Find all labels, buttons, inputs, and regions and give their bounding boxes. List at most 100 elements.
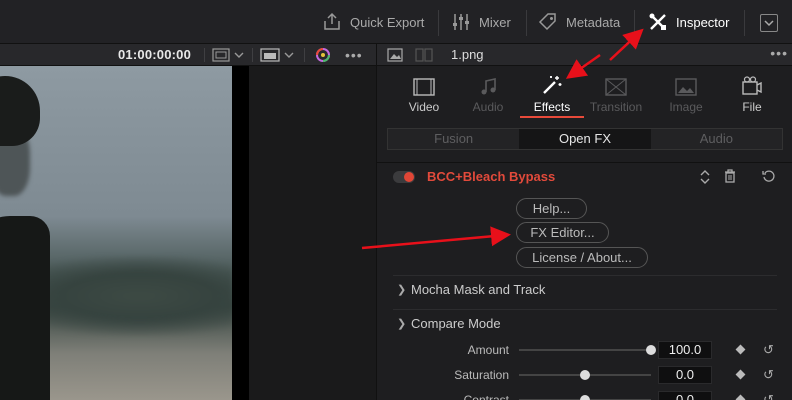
segment-fusion[interactable]: Fusion — [388, 129, 519, 149]
effect-header: BCC+Bleach Bypass — [377, 164, 792, 190]
viewer-header: 01:00:00:00 ••• — [0, 44, 376, 66]
image-icon — [675, 78, 697, 96]
amount-slider[interactable] — [519, 349, 651, 351]
amount-value-field[interactable]: 100.0 — [658, 341, 712, 359]
chevron-down-icon — [234, 52, 244, 58]
more-dots-icon: ••• — [345, 47, 363, 63]
quick-export-button[interactable]: Quick Export — [322, 0, 424, 44]
reset-icon[interactable]: ↺ — [763, 367, 774, 383]
color-viewer-button[interactable] — [314, 47, 332, 63]
reorder-icon[interactable] — [699, 169, 711, 188]
frame-icon — [212, 48, 230, 62]
inspector-button[interactable]: Inspector — [648, 0, 729, 44]
section-title: Mocha Mask and Track — [411, 282, 546, 297]
keyframe-icon[interactable] — [735, 369, 746, 380]
metadata-label: Metadata — [566, 14, 621, 30]
section-mocha-mask[interactable]: ❯ Mocha Mask and Track — [393, 275, 777, 303]
expand-button[interactable] — [760, 14, 778, 32]
reset-icon[interactable]: ↺ — [763, 392, 774, 400]
tab-label: Video — [408, 100, 440, 114]
video-frame — [0, 66, 232, 400]
inspector-tabs: Video Audio Effects Transition Image Fil… — [377, 66, 792, 118]
slider-knob[interactable] — [646, 345, 656, 355]
tag-icon — [538, 13, 556, 31]
viewer-size-dropdown[interactable] — [212, 47, 244, 63]
license-about-button[interactable]: License / About... — [516, 247, 648, 268]
video-viewer[interactable] — [0, 66, 376, 400]
saturation-value-field[interactable]: 0.0 — [658, 366, 712, 384]
color-wheel-icon — [316, 48, 330, 62]
segment-open-fx[interactable]: Open FX — [519, 129, 651, 149]
audio-icon — [481, 78, 496, 95]
keyframe-icon[interactable] — [735, 394, 746, 400]
inspector-header: 1.png ••• — [376, 44, 792, 66]
mixer-icon — [453, 14, 469, 30]
toolbar-divider — [744, 10, 745, 36]
param-saturation: Saturation 0.0 ↺ — [377, 363, 792, 387]
tab-audio[interactable]: Audio — [456, 66, 520, 118]
image-clip-icon — [387, 48, 403, 62]
reset-effect-icon[interactable] — [762, 169, 776, 186]
slider-knob[interactable] — [580, 395, 590, 400]
mixer-label: Mixer — [479, 14, 511, 30]
letterbox-bar — [232, 66, 249, 400]
param-label: Saturation — [454, 368, 509, 382]
mixer-button[interactable]: Mixer — [451, 0, 511, 44]
inspector-label: Inspector — [676, 14, 730, 30]
clip-title: 1.png — [451, 47, 484, 62]
param-contrast: Contrast 0.0 ↺ — [377, 388, 792, 400]
segment-audio[interactable]: Audio — [651, 129, 782, 149]
tab-label: Audio — [472, 100, 504, 114]
header-divider — [304, 48, 305, 62]
effect-enable-toggle[interactable] — [393, 171, 415, 183]
contrast-value-field[interactable]: 0.0 — [658, 391, 712, 400]
chevron-right-icon: ❯ — [397, 318, 407, 330]
help-button[interactable]: Help... — [516, 198, 587, 219]
top-toolbar: Quick Export Mixer Metadata Inspector — [0, 0, 792, 44]
hd-monitor-icon — [260, 48, 280, 62]
transition-icon — [605, 78, 627, 96]
tools-icon — [649, 13, 666, 30]
section-title: Compare Mode — [411, 316, 501, 331]
toolbar-divider — [634, 10, 635, 36]
toolbar-divider — [438, 10, 439, 36]
viewer-options-button[interactable]: ••• — [345, 47, 363, 63]
file-icon — [742, 76, 762, 95]
param-label: Contrast — [463, 393, 509, 400]
magic-wand-icon — [543, 76, 562, 94]
effect-name: BCC+Bleach Bypass — [427, 169, 556, 184]
soldier-figure — [0, 216, 50, 400]
slider-knob[interactable] — [580, 370, 590, 380]
tab-label: Transition — [589, 100, 643, 114]
video-icon — [413, 78, 435, 96]
tab-effects[interactable]: Effects — [520, 66, 584, 118]
video-output-dropdown[interactable] — [260, 47, 294, 63]
effects-source-switch: Fusion Open FX Audio — [387, 128, 783, 150]
tab-label: Image — [669, 100, 703, 114]
trash-icon[interactable] — [724, 169, 736, 186]
param-label: Amount — [467, 343, 509, 357]
quick-export-label: Quick Export — [350, 14, 425, 30]
param-amount: Amount 100.0 ↺ — [377, 338, 792, 362]
reset-icon[interactable]: ↺ — [763, 342, 774, 358]
section-compare-mode[interactable]: ❯ Compare Mode — [393, 309, 777, 337]
tab-file[interactable]: File — [720, 66, 784, 118]
export-icon — [324, 12, 340, 30]
fx-editor-button[interactable]: FX Editor... — [516, 222, 609, 243]
tab-transition[interactable]: Transition — [584, 66, 648, 118]
keyframe-icon[interactable] — [735, 344, 746, 355]
header-divider — [204, 48, 205, 62]
tab-label: File — [742, 100, 762, 114]
chevron-right-icon: ❯ — [397, 284, 407, 296]
timecode-display: 01:00:00:00 — [118, 47, 192, 62]
split-view-icon[interactable] — [415, 48, 433, 62]
tab-image[interactable]: Image — [654, 66, 718, 118]
chevron-down-icon — [764, 20, 774, 27]
tab-label: Effects — [533, 100, 571, 114]
tab-video[interactable]: Video — [392, 66, 456, 118]
metadata-button[interactable]: Metadata — [538, 0, 620, 44]
toolbar-divider — [526, 10, 527, 36]
inspector-options-button[interactable]: ••• — [770, 44, 788, 62]
header-divider — [252, 48, 253, 62]
inspector-panel: Video Audio Effects Transition Image Fil… — [376, 66, 792, 400]
